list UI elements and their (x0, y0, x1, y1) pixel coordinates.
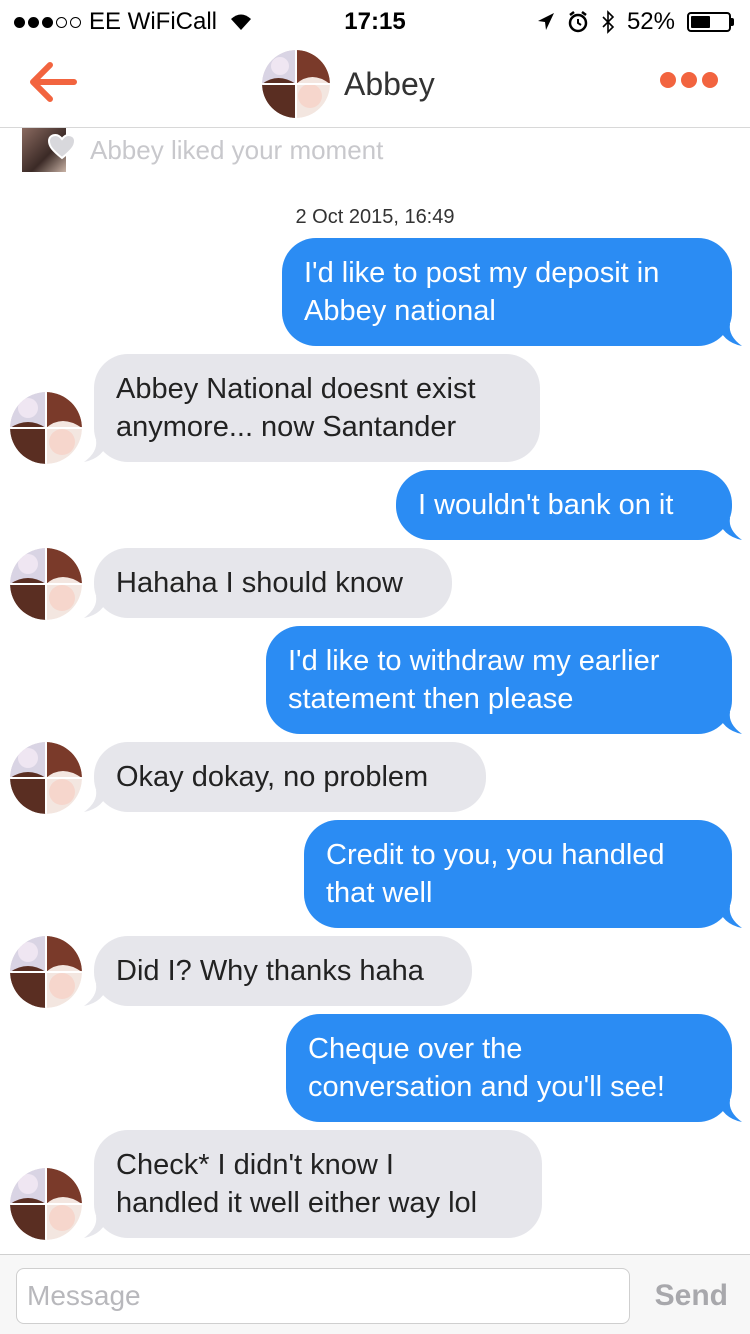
conversation-timestamp: 2 Oct 2015, 16:49 (295, 206, 455, 228)
message-text-line: that well (326, 877, 433, 909)
bubble-tail (84, 596, 108, 618)
message-text-line: handled it well either way lol (116, 1187, 478, 1219)
received-message-bubble[interactable]: Hahaha I should know (84, 548, 452, 618)
bubble-tail (718, 518, 742, 540)
status-bar: EE WiFiCall 17:15 52% (0, 0, 750, 42)
back-arrow-icon[interactable] (28, 60, 78, 104)
sender-avatar[interactable] (10, 1168, 82, 1240)
sender-avatar[interactable] (10, 936, 82, 1008)
bubble-tail (718, 906, 742, 928)
bubble-tail (718, 1100, 742, 1122)
send-button[interactable]: Send (655, 1279, 728, 1313)
bubble-tail (84, 1216, 108, 1238)
message-text-line: conversation and you'll see! (308, 1071, 665, 1103)
message-text-line: anymore... now Santander (116, 411, 457, 443)
message-text-line: Abbey national (304, 295, 496, 327)
bubble-tail (718, 324, 742, 346)
message-text-line: Credit to you, you handled (326, 839, 665, 871)
contact-header[interactable]: Abbey (262, 50, 435, 118)
message-text-line: I'd like to post my deposit in (304, 257, 660, 289)
battery-percent: 52% (626, 8, 675, 35)
sent-message-bubble[interactable]: I'd like to post my deposit in Abbey nati… (282, 238, 742, 346)
sent-message-bubble[interactable]: I wouldn't bank on it (396, 470, 742, 540)
received-message-bubble[interactable]: Okay dokay, no problem (84, 742, 486, 812)
heart-icon (48, 134, 76, 160)
message-text-line: Check* I didn't know I (116, 1149, 394, 1181)
sent-message-bubble[interactable]: I'd like to withdraw my earlier statement… (266, 626, 742, 734)
liked-moment-notice[interactable]: Abbey liked your moment (22, 128, 383, 172)
bubble-tail (718, 712, 742, 734)
battery-icon (687, 12, 734, 32)
contact-avatar[interactable] (262, 50, 330, 118)
bluetooth-icon (602, 10, 615, 34)
sent-message-bubble[interactable]: Credit to you, you handled that well (304, 820, 742, 928)
message-input[interactable] (16, 1268, 630, 1324)
sent-message-bubble[interactable]: Cheque over the conversation and you'll s… (286, 1014, 742, 1122)
message-text-line: I'd like to withdraw my earlier (288, 645, 660, 677)
contact-name: Abbey (344, 65, 435, 102)
sender-avatar[interactable] (10, 548, 82, 620)
received-message-bubble[interactable]: Check* I didn't know I handled it well ei… (84, 1130, 542, 1238)
moment-text: Abbey liked your moment (90, 134, 384, 165)
message-text-line: I wouldn't bank on it (418, 489, 674, 521)
sender-avatar[interactable] (10, 392, 82, 464)
message-text-line: Did I? Why thanks haha (116, 955, 424, 987)
message-text-line: statement then please (288, 683, 574, 715)
message-text-line: Okay dokay, no problem (116, 761, 429, 793)
location-icon (537, 13, 554, 30)
bubble-tail (84, 440, 108, 462)
received-message-bubble[interactable]: Abbey National doesnt exist anymore... no… (84, 354, 540, 462)
more-options-icon[interactable] (660, 72, 718, 88)
chat-header: Abbey (0, 42, 750, 128)
message-text-line: Hahaha I should know (116, 567, 403, 599)
message-input-bar: Send (0, 1254, 750, 1334)
message-text-line: Abbey National doesnt exist (116, 373, 476, 405)
sender-avatar[interactable] (10, 742, 82, 814)
alarm-icon (568, 11, 588, 33)
received-message-bubble[interactable]: Did I? Why thanks haha (84, 936, 472, 1006)
bubble-tail (84, 984, 108, 1006)
bubble-tail (84, 790, 108, 812)
status-right: 52% (537, 8, 734, 36)
message-text-line: Cheque over the (308, 1033, 523, 1065)
